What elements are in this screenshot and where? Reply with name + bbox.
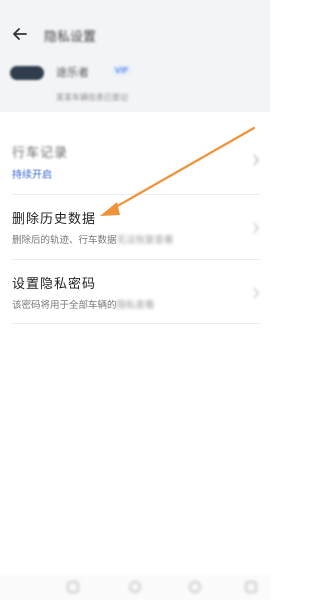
page-title: 隐私设置 bbox=[44, 30, 97, 45]
square-icon[interactable] bbox=[66, 580, 80, 594]
privacy-password-desc-blurred: 隐私查看 bbox=[116, 300, 155, 311]
delete-history-title: 删除历史数据 bbox=[12, 212, 97, 227]
setting-row-driving-record[interactable]: 行车记录 持续开启 bbox=[0, 130, 270, 194]
vehicle-subtitle: 某某车辆信息已登记 bbox=[56, 93, 128, 102]
setting-row-privacy-password[interactable]: 设置隐私密码 该密码将用于全部车辆的隐私查看 bbox=[0, 261, 270, 327]
chevron-right-icon bbox=[253, 222, 259, 234]
delete-history-desc-text: 删除后的轨迹、行车数据 bbox=[12, 235, 117, 246]
page-header: 隐私设置 途乐者 VIP 某某车辆信息已登记 bbox=[0, 0, 270, 112]
vehicle-image bbox=[10, 66, 44, 80]
divider bbox=[12, 259, 260, 260]
bottom-navigation bbox=[0, 574, 270, 600]
arrow-left-icon bbox=[13, 28, 27, 40]
delete-history-desc-blurred: 无法恢复查看 bbox=[116, 235, 174, 246]
driving-record-status: 持续开启 bbox=[12, 170, 52, 181]
back-triangle-icon[interactable] bbox=[188, 580, 202, 594]
circle-icon[interactable] bbox=[128, 580, 142, 594]
privacy-password-desc-text: 该密码将用于全部车辆的 bbox=[12, 300, 117, 311]
divider bbox=[12, 323, 260, 324]
vehicle-badge: VIP bbox=[112, 66, 131, 75]
privacy-password-title: 设置隐私密码 bbox=[12, 277, 97, 292]
menu-icon[interactable] bbox=[244, 580, 258, 594]
vehicle-name: 途乐者 bbox=[56, 66, 89, 79]
setting-row-delete-history[interactable]: 删除历史数据 删除后的轨迹、行车数据无法恢复查看 bbox=[0, 196, 270, 262]
chevron-right-icon bbox=[253, 287, 259, 299]
delete-history-desc: 删除后的轨迹、行车数据无法恢复查看 bbox=[12, 232, 174, 246]
driving-record-title: 行车记录 bbox=[12, 146, 69, 161]
divider bbox=[12, 194, 260, 195]
back-button[interactable] bbox=[10, 24, 30, 44]
privacy-password-desc: 该密码将用于全部车辆的隐私查看 bbox=[12, 297, 155, 311]
chevron-right-icon bbox=[253, 154, 259, 166]
